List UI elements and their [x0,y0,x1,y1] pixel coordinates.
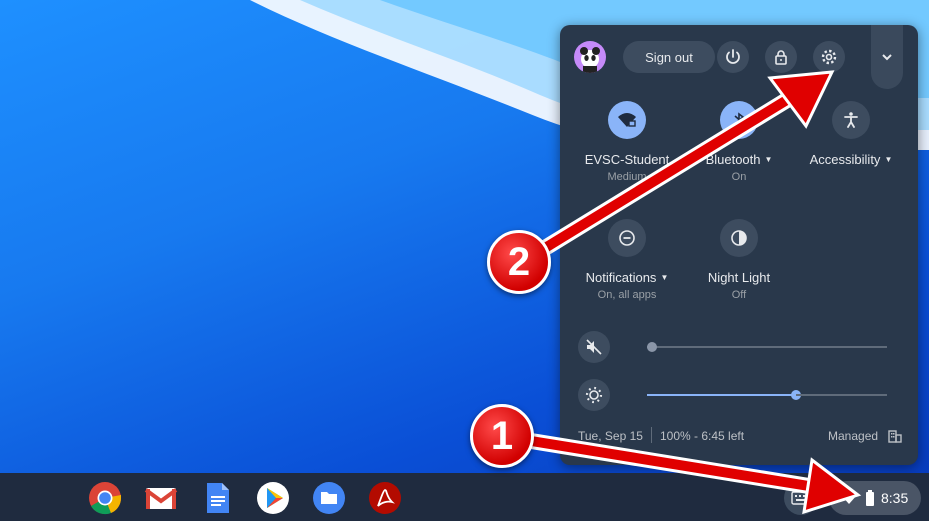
enterprise-icon [888,429,902,448]
play-store-icon[interactable] [256,481,290,515]
user-avatar[interactable] [574,41,606,73]
night-light-status: Off [731,289,747,301]
brightness-icon [585,386,603,404]
collapse-button[interactable] [871,25,903,89]
bluetooth-dropdown-icon: ▼ [764,155,773,164]
clock: 8:35 [881,490,909,506]
accessibility-label[interactable]: Accessibility ▼ [791,152,911,167]
bluetooth-label[interactable]: Bluetooth ▼ [679,152,799,167]
footer-divider [651,427,652,443]
notifications-label[interactable]: Notifications ▼ [567,270,687,285]
accessibility-dropdown-icon: ▼ [884,155,893,164]
wifi-status-icon [841,491,857,504]
brightness-slider[interactable] [647,390,887,400]
lock-icon [775,50,787,65]
brightness-button [578,379,610,411]
status-tray[interactable]: 8:35 [829,481,921,515]
accessibility-icon [844,112,858,128]
accessibility-toggle[interactable] [832,101,870,139]
bluetooth-toggle[interactable] [720,101,758,139]
power-button[interactable] [717,41,749,73]
gmail-icon[interactable] [144,481,178,515]
bluetooth-status: On [731,171,747,183]
battery-icon [866,490,874,506]
acrobat-icon[interactable] [368,481,402,515]
night-light-label[interactable]: Night Light [679,270,799,285]
notifications-status: On, all apps [597,289,657,301]
mute-button[interactable] [578,331,610,363]
notifications-dropdown-icon: ▼ [660,273,669,282]
sign-out-button[interactable]: Sign out [623,41,715,73]
chevron-down-icon [882,54,892,61]
files-icon[interactable] [312,481,346,515]
gear-icon [821,49,837,65]
settings-button[interactable] [813,41,845,73]
volume-muted-icon [586,339,602,355]
battery-status: 100% - 6:45 left [660,429,745,443]
bluetooth-icon [734,112,745,128]
network-toggle[interactable] [608,101,646,139]
night-light-toggle[interactable] [720,219,758,257]
night-light-icon [731,230,747,246]
notifications-toggle[interactable] [608,219,646,257]
network-status: Medium [607,171,647,183]
lock-button[interactable] [765,41,797,73]
volume-slider-knob[interactable] [647,342,657,352]
quick-settings-panel: Sign out EVSC-Student Medium Bluetooth ▼ … [560,25,918,465]
volume-slider[interactable] [647,342,887,352]
network-label[interactable]: EVSC-Student [567,152,687,167]
annotation-badge-1: 1 [470,404,534,468]
do-not-disturb-icon [619,230,635,246]
date-label[interactable]: Tue, Sep 15 [578,429,643,443]
wifi-icon [618,113,636,127]
chrome-icon[interactable] [88,481,122,515]
managed-label[interactable]: Managed [828,429,878,443]
keyboard-icon [791,491,811,505]
virtual-keyboard-button[interactable] [784,481,818,515]
docs-icon[interactable] [200,481,234,515]
power-icon [726,49,740,64]
annotation-badge-2: 2 [487,230,551,294]
